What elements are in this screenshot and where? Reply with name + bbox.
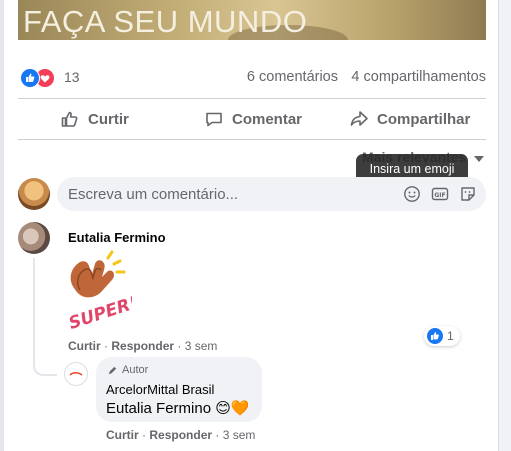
shares-count-link[interactable]: 4 compartilhamentos: [351, 69, 486, 85]
divider: [18, 98, 486, 99]
like-reaction-icon[interactable]: [20, 68, 40, 88]
comment-placeholder: Escreva um comentário...: [68, 186, 239, 203]
comment-icon: [206, 112, 222, 127]
comment-reaction-count: 1: [447, 329, 454, 343]
comment-author[interactable]: Eutalia Fermino: [68, 230, 166, 245]
reply-meta: Curtir · Responder · 3 sem: [106, 428, 256, 442]
comment-like-action[interactable]: Curtir: [68, 339, 101, 353]
share-icon: [350, 111, 368, 126]
comment-reaction-badge[interactable]: 1: [424, 326, 460, 346]
chevron-down-icon[interactable]: [474, 156, 484, 162]
like-reaction-icon: [427, 328, 443, 344]
thumbs-up-icon: [61, 111, 78, 127]
post-stats: 13 6 comentários 4 compartilhamentos: [20, 66, 486, 90]
reply-like-action[interactable]: Curtir: [106, 428, 139, 442]
share-label: Compartilhar: [377, 110, 471, 128]
banner-text: FAÇA SEU MUNDO: [23, 4, 308, 39]
reply-text: Eutalia Fermino 😊🧡: [106, 399, 250, 417]
comment-label: Comentar: [232, 110, 303, 128]
reply-emojis: 😊🧡: [215, 400, 250, 417]
sticker-text: SUPER!: [66, 293, 132, 330]
clapping-hands-sticker: SUPER!: [66, 250, 132, 330]
svg-text:GIF: GIF: [434, 192, 445, 199]
commenter-avatar[interactable]: [18, 222, 50, 254]
comment-meta: Curtir · Responder · 3 sem: [68, 339, 218, 353]
reply-time[interactable]: · 3 sem: [215, 428, 255, 442]
reply-thread-line: [33, 258, 57, 376]
reaction-count[interactable]: 13: [64, 69, 80, 85]
page-edge-left: [0, 0, 4, 451]
reply-author[interactable]: ArcelorMittal Brasil: [106, 382, 214, 397]
emoji-icon[interactable]: [403, 185, 421, 208]
pencil-icon: [108, 366, 117, 374]
comment-time[interactable]: · 3 sem: [177, 339, 217, 353]
sticker-icon[interactable]: [459, 185, 477, 208]
like-label: Curtir: [88, 110, 129, 128]
comments-count-link[interactable]: 6 comentários: [247, 69, 338, 85]
reply-reply-action[interactable]: Responder: [149, 428, 212, 442]
comment-reply-action[interactable]: Responder: [111, 339, 174, 353]
share-button[interactable]: Compartilhar: [349, 103, 470, 135]
reply-bubble: Autor ArcelorMittal Brasil Eutalia Fermi…: [96, 357, 262, 422]
comment-button[interactable]: Comentar: [204, 103, 302, 135]
gif-icon[interactable]: GIF: [431, 185, 449, 208]
divider: [18, 139, 486, 140]
page-avatar[interactable]: [64, 362, 88, 386]
like-button[interactable]: Curtir: [60, 103, 129, 135]
current-user-avatar[interactable]: [18, 178, 50, 210]
post-image[interactable]: FAÇA SEU MUNDO: [18, 0, 486, 40]
scrollbar[interactable]: [498, 0, 511, 451]
mentioned-user[interactable]: Eutalia Fermino: [106, 400, 211, 417]
author-badge: Autor: [107, 364, 148, 376]
comment-input[interactable]: Escreva um comentário... GIF: [57, 177, 486, 211]
